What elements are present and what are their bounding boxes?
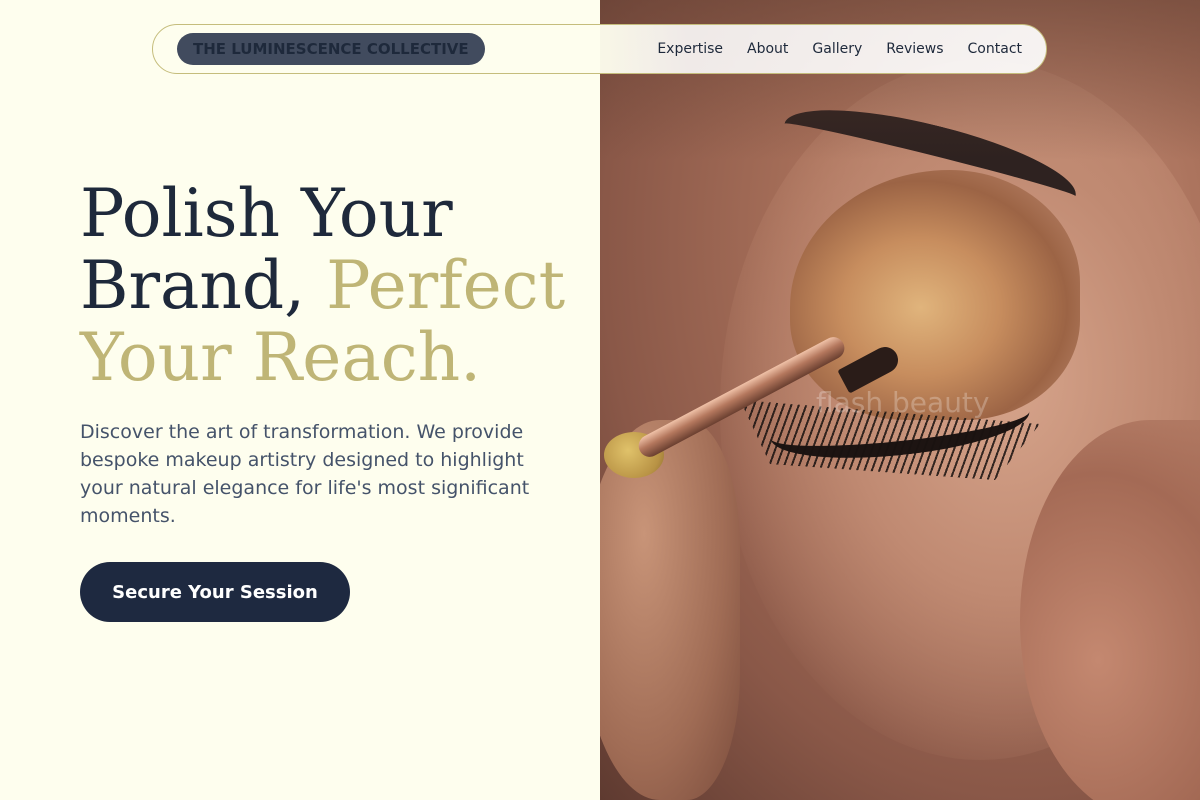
hero-heading-line2-plain: Brand,: [80, 247, 306, 324]
hero-image: flash beauty: [600, 0, 1200, 800]
nav-link-expertise[interactable]: Expertise: [657, 41, 723, 57]
secure-session-button[interactable]: Secure Your Session: [80, 562, 350, 622]
image-watermark: flash beauty: [816, 386, 990, 419]
nav-link-about[interactable]: About: [747, 41, 788, 57]
hand-shape: [600, 420, 740, 800]
hero-heading-line3-accent: Your Reach.: [80, 319, 482, 396]
hero-heading-line1: Polish Your: [80, 175, 453, 252]
hero-heading: Polish Your Brand, Perfect Your Reach.: [80, 178, 580, 394]
brand-logo[interactable]: THE LUMINESCENCE COLLECTIVE: [177, 33, 485, 65]
nav-links: Expertise About Gallery Reviews Contact: [657, 41, 1022, 57]
hero-description: Discover the art of transformation. We p…: [80, 421, 530, 527]
navigation-bar: THE LUMINESCENCE COLLECTIVE Expertise Ab…: [152, 24, 1047, 74]
hero-heading-line2-accent: Perfect: [326, 247, 566, 324]
nav-link-contact[interactable]: Contact: [968, 41, 1022, 57]
hero-left-panel: [0, 0, 600, 800]
nav-link-reviews[interactable]: Reviews: [886, 41, 943, 57]
nav-link-gallery[interactable]: Gallery: [812, 41, 862, 57]
